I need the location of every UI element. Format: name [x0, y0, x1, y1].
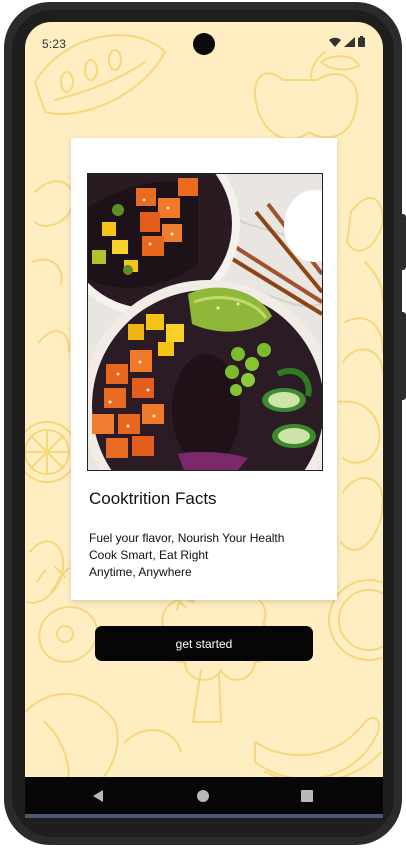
status-time: 5:23	[42, 37, 67, 51]
intro-card: Cooktrition Facts Fuel your flavor, Nour…	[71, 138, 337, 600]
screen: 5:23 Cooktrition Facts Fuel your flavor,…	[25, 22, 383, 814]
home-icon[interactable]	[197, 790, 209, 802]
status-bar: 5:23	[25, 22, 383, 66]
battery-icon	[358, 36, 365, 47]
signal-icon	[344, 36, 355, 47]
status-icons	[329, 36, 365, 47]
wifi-icon	[329, 37, 341, 47]
bezel-edge	[25, 814, 383, 818]
volume-button	[400, 214, 406, 270]
tagline-line: Fuel your flavor, Nourish Your Health	[89, 531, 285, 545]
recents-icon[interactable]	[301, 790, 313, 802]
tagline-line: Cook Smart, Eat Right	[89, 548, 209, 562]
get-started-button[interactable]: get started	[95, 626, 313, 661]
front-camera	[193, 33, 215, 55]
card-title: Cooktrition Facts	[89, 489, 217, 508]
power-button	[400, 312, 406, 400]
navigation-bar	[25, 777, 383, 814]
card-tagline: Fuel your flavor, Nourish Your Health Co…	[89, 530, 284, 581]
poke-bowl-illustration	[88, 174, 322, 470]
back-icon[interactable]	[92, 790, 104, 802]
poke-bowl-photo	[87, 173, 323, 471]
tagline-line: Anytime, Anywhere	[89, 565, 192, 579]
